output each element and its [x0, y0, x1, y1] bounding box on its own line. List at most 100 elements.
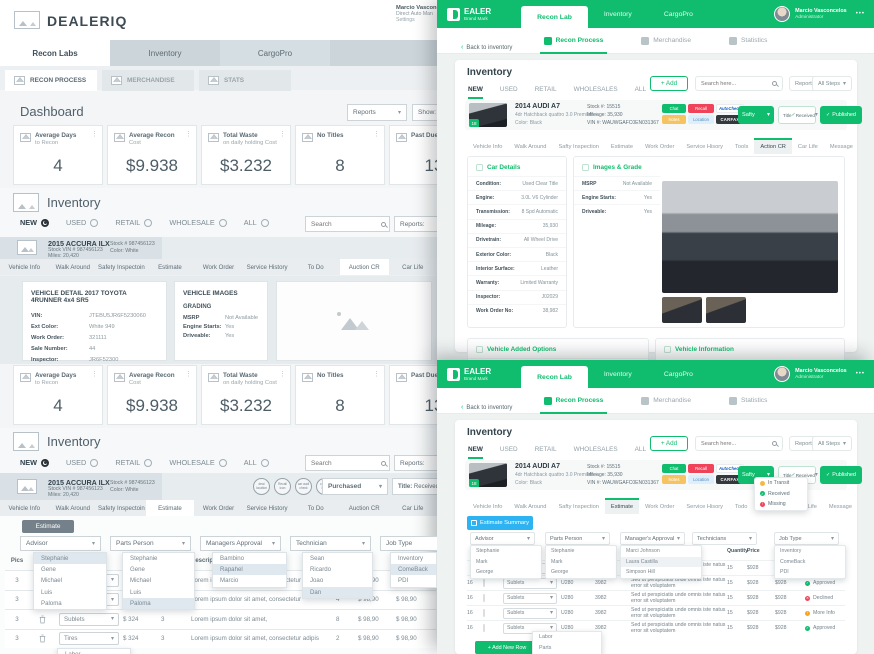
vehicle-tab[interactable]: Walk Around: [49, 259, 98, 275]
tab-cargopro[interactable]: CargoPro: [648, 0, 709, 28]
chat-badge[interactable]: Chat: [662, 104, 686, 113]
dropdown-option[interactable]: Stephanie: [34, 553, 106, 565]
search-input[interactable]: [311, 220, 381, 228]
dropdown-option[interactable]: Mark: [471, 557, 541, 568]
dropdown-option[interactable]: Stephanie: [471, 546, 541, 557]
recall-badge[interactable]: Recall: [688, 104, 714, 113]
dropdown-option[interactable]: Luis: [34, 587, 106, 598]
dropdown-option[interactable]: George: [546, 567, 616, 578]
vehicle-tab[interactable]: Service History: [243, 500, 292, 516]
user-menu[interactable]: Marcio Vasconcelos Administrator •••: [774, 366, 874, 382]
published-button[interactable]: ✓ Published: [820, 106, 862, 124]
subnav-recon-process[interactable]: Recon Process: [539, 28, 607, 54]
status-circle-icon[interactable]: deal location: [253, 478, 270, 495]
row-type-select[interactable]: Sublets ▾: [503, 592, 557, 604]
dropdown-option[interactable]: Paloma: [123, 597, 194, 609]
vehicle-tab[interactable]: Car Life: [389, 259, 438, 275]
tab-recon-process[interactable]: RECON PROCESS: [5, 70, 97, 91]
cell-status[interactable]: ! More Info: [805, 610, 845, 616]
dropdown-option[interactable]: Mark: [546, 557, 616, 568]
tab-stats[interactable]: STATS: [199, 70, 291, 91]
estimate-select[interactable]: Parts Person ▾: [110, 536, 191, 551]
advisor-select[interactable]: Advisor ▾: [470, 532, 535, 545]
estimate-select[interactable]: Technician ▾: [290, 536, 371, 551]
add-button[interactable]: + Add: [650, 436, 688, 451]
dropdown-option[interactable]: PDI: [775, 567, 845, 578]
dropdown-option[interactable]: Stephanie: [546, 546, 616, 557]
filter-tab[interactable]: WHOLESALES: [574, 446, 618, 459]
back-to-inventory-link[interactable]: ‹ Back to inventory: [461, 44, 512, 51]
filter-tab[interactable]: RETAIL: [535, 86, 557, 99]
dropdown-option[interactable]: Labor: [533, 632, 601, 643]
dropdown-option[interactable]: Michael: [34, 575, 106, 586]
vehicle-tab[interactable]: Work Order: [194, 259, 243, 275]
technicians-select[interactable]: Technicians ▾: [692, 532, 757, 545]
filter-radio[interactable]: USED: [66, 458, 99, 467]
filter-radio[interactable]: RETAIL: [115, 218, 153, 227]
vehicle-detail-tab[interactable]: Safty Inspection: [552, 138, 604, 154]
location-badge[interactable]: Location: [688, 115, 714, 124]
car-photo-thumbnail[interactable]: [706, 297, 746, 323]
vehicle-tab[interactable]: Vehicle Info: [0, 500, 49, 516]
filter-radio[interactable]: RETAIL: [115, 458, 153, 467]
filter-tab[interactable]: NEW: [468, 446, 483, 459]
filter-radio[interactable]: USED: [66, 218, 99, 227]
kebab-menu-icon[interactable]: ⋮: [185, 370, 192, 378]
cell-status[interactable]: ✕ Declined: [805, 595, 845, 601]
safety-dropdown[interactable]: Safty ▾: [738, 106, 774, 124]
search-box[interactable]: [305, 216, 390, 232]
vehicle-detail-tab[interactable]: Estimate: [605, 138, 639, 154]
dropdown-option[interactable]: George: [471, 567, 541, 578]
tab-recon-lab[interactable]: Recon Lab: [521, 366, 588, 388]
row-checkbox[interactable]: [483, 624, 485, 632]
vehicle-tab[interactable]: Car Life: [389, 500, 438, 516]
vehicle-detail-tab[interactable]: Tools: [729, 138, 754, 154]
row-type-select[interactable]: Tires ▾: [59, 632, 119, 646]
subnav-statistics[interactable]: Statistics: [729, 28, 767, 54]
vehicle-row[interactable]: 2015 ACCURA ILX Stock VIN # 987456123 Mi…: [0, 237, 437, 259]
filter-radio[interactable]: NEW: [20, 218, 50, 227]
tab-cargopro[interactable]: CargoPro: [648, 360, 709, 388]
vehicle-tab[interactable]: Work Order: [194, 500, 243, 516]
dropdown-option[interactable]: Joao: [303, 575, 372, 586]
title-status-option[interactable]: In Transit: [755, 478, 807, 489]
reports-dropdown[interactable]: Reports:▾: [394, 216, 437, 232]
row-checkbox[interactable]: [483, 609, 485, 617]
chat-badge[interactable]: Chat: [662, 464, 686, 473]
search-box-2[interactable]: [305, 455, 390, 471]
job-type-select[interactable]: Job Type ▾: [774, 532, 839, 545]
tab-inventory[interactable]: Inventory: [588, 0, 648, 28]
back-to-inventory-link[interactable]: ‹ Back to inventory: [461, 404, 512, 411]
dropdown-option[interactable]: Laura Castilla: [621, 556, 701, 567]
subnav-merchandise[interactable]: Merchandise: [641, 388, 691, 414]
row-checkbox[interactable]: [483, 579, 485, 587]
title-status-option[interactable]: ✓ Received: [755, 489, 807, 500]
estimate-select[interactable]: Advisor ▾: [20, 536, 101, 551]
dropdown-option[interactable]: Michael: [123, 575, 194, 586]
user-menu[interactable]: Marcio Vasconcelos Administrator •••: [774, 6, 874, 22]
dropdown-option[interactable]: Rapahel: [213, 564, 286, 576]
vehicle-detail-tab[interactable]: Work Order: [639, 498, 680, 514]
vehicle-row[interactable]: 18 2014 AUDI A7 4dr Hatchback quattro 3.…: [465, 100, 862, 130]
filter-tab[interactable]: USED: [500, 86, 518, 99]
subnav-recon-process[interactable]: Recon Process: [539, 388, 607, 414]
dropdown-option[interactable]: Stephanie: [123, 553, 194, 564]
parts-person-select[interactable]: Parts Person ▾: [545, 532, 610, 545]
filter-radio[interactable]: NEW: [20, 458, 50, 467]
subnav-statistics[interactable]: Statistics: [729, 388, 767, 414]
vehicle-tab[interactable]: To Do: [291, 259, 340, 275]
dropdown-option[interactable]: ComeBack: [775, 557, 845, 568]
tab-merchandise[interactable]: MERCHANDISE: [102, 70, 194, 91]
tab-recon-lab[interactable]: Recon Lab: [521, 6, 588, 28]
filter-tab[interactable]: ALL: [635, 446, 646, 459]
subnav-merchandise[interactable]: Merchandise: [641, 28, 691, 54]
vehicle-detail-tab[interactable]: Estimate: [604, 498, 640, 514]
filter-tab[interactable]: ALL: [635, 86, 646, 99]
vehicle-tab[interactable]: Vehicle Info: [0, 259, 49, 275]
search-input[interactable]: [311, 459, 381, 467]
all-steps-dropdown[interactable]: All Steps ▾: [812, 436, 852, 451]
dropdown-option[interactable]: Simpson Hill: [621, 567, 701, 578]
search-input[interactable]: [701, 440, 771, 447]
status-circle-icon[interactable]: Recall icon: [274, 478, 291, 495]
add-button[interactable]: + Add: [650, 76, 688, 91]
